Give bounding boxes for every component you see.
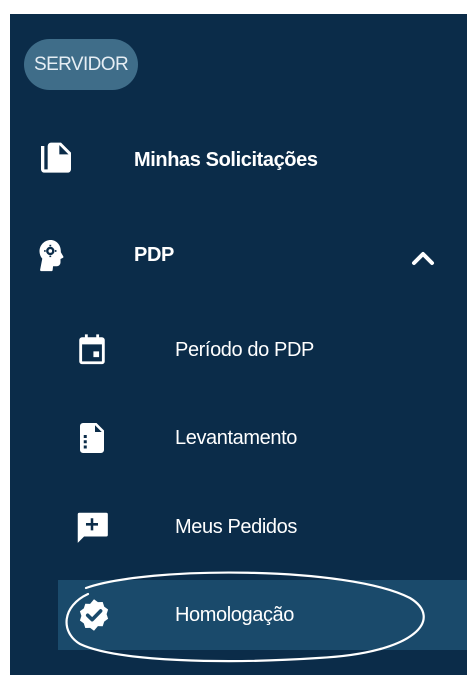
role-badge[interactable]: SERVIDOR [24,39,139,90]
verified-badge-icon [79,599,109,631]
sidebar-item-label: Meus Pedidos [175,516,297,538]
sidebar-item-pdp[interactable]: PDP [10,224,467,286]
sidebar-item-label: Período do PDP [175,339,314,361]
sidebar: SERVIDOR Minhas Solicitações PDP Período… [10,14,467,675]
file-copy-icon [41,142,71,173]
document-list-icon [80,423,104,453]
sidebar-item-label: Minhas Solicitações [134,149,318,171]
sidebar-item-label: PDP [134,244,174,266]
sidebar-subitem-meus-pedidos[interactable]: Meus Pedidos [10,496,467,558]
comment-add-icon [77,512,108,543]
sidebar-subitem-levantamento[interactable]: Levantamento [10,407,467,469]
sidebar-item-minhas-solicitacoes[interactable]: Minhas Solicitações [10,129,467,191]
head-gear-icon [39,240,64,272]
calendar-icon [79,334,105,365]
sidebar-item-label: Homologação [175,604,295,626]
sidebar-subitem-periodo-pdp[interactable]: Período do PDP [10,319,467,381]
sidebar-subitem-homologacao[interactable]: Homologação [10,584,467,646]
chevron-up-icon[interactable] [410,248,436,266]
sidebar-item-label: Levantamento [175,427,297,449]
